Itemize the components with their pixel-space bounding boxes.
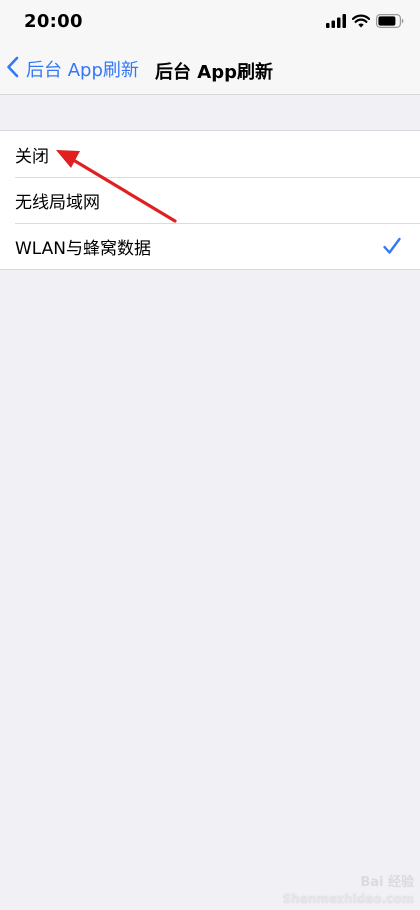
status-bar: 20:00 — [0, 0, 420, 44]
option-wlan-and-cellular[interactable]: WLAN与蜂窝数据 — [0, 223, 420, 269]
refresh-options-list: 关闭 无线局域网 WLAN与蜂窝数据 — [0, 130, 420, 270]
checkmark-icon — [382, 236, 402, 256]
option-label: WLAN与蜂窝数据 — [15, 238, 152, 259]
status-time: 20:00 — [24, 11, 83, 32]
navigation-bar: 后台 App刷新 后台 App刷新 — [0, 44, 420, 95]
battery-icon — [376, 13, 404, 32]
option-label: 无线局域网 — [15, 192, 100, 213]
watermark-logo: Bai 经验 — [360, 875, 414, 890]
option-label: 关闭 — [15, 146, 49, 167]
status-icons — [326, 13, 404, 32]
page-title: 后台 App刷新 — [155, 62, 273, 83]
watermark-url: Shenmezhidao.com — [282, 892, 414, 906]
option-wifi[interactable]: 无线局域网 — [0, 177, 420, 223]
screen: 20:00 后台 App刷新 后台 App刷新 关闭 无线局域网 WLAN与蜂窝… — [0, 0, 420, 910]
back-button[interactable]: 后台 App刷新 — [6, 56, 139, 82]
option-off[interactable]: 关闭 — [0, 131, 420, 177]
chevron-left-icon — [6, 56, 20, 82]
wifi-icon — [351, 13, 371, 32]
watermark: Bai 经验 Shenmezhidao.com — [282, 871, 414, 906]
back-label: 后台 App刷新 — [26, 60, 139, 81]
signal-icon — [326, 13, 346, 32]
